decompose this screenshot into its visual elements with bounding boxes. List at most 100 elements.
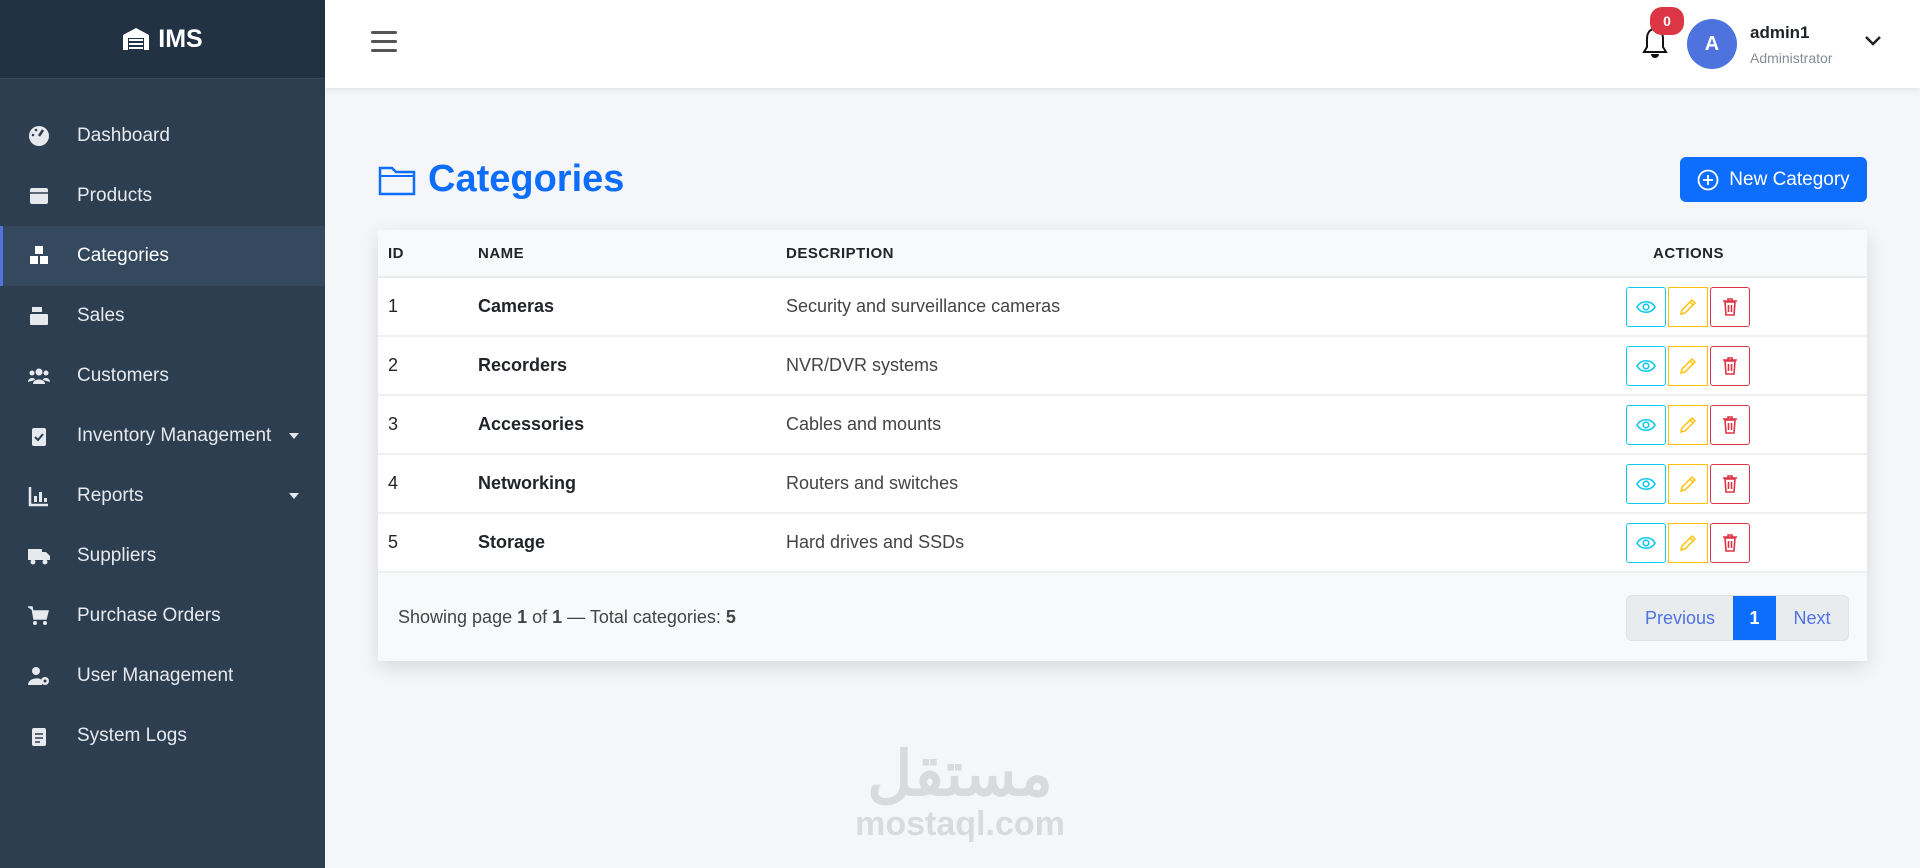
pencil-icon: [1679, 534, 1697, 551]
view-button[interactable]: [1626, 522, 1666, 563]
box-icon: [27, 184, 51, 208]
trash-icon: [1723, 533, 1737, 552]
truck-icon: [27, 544, 51, 568]
sidebar-item-label: System Logs: [77, 725, 187, 746]
watermark: مستقل mostaql.com: [845, 740, 1075, 844]
categories-table: ID NAME DESCRIPTION ACTIONS 1 Cameras Se…: [378, 230, 1867, 661]
view-button[interactable]: [1626, 345, 1666, 386]
cell-id: 4: [388, 473, 399, 493]
column-id: ID: [388, 244, 404, 262]
pencil-icon: [1679, 475, 1697, 492]
sidebar-item-inventory-management[interactable]: Inventory Management: [0, 406, 325, 466]
cart-icon: [27, 604, 51, 628]
sidebar-item-categories[interactable]: Categories: [0, 226, 325, 286]
row-actions: [1626, 345, 1750, 386]
row-actions: [1626, 404, 1750, 445]
sidebar-item-label: User Management: [77, 665, 234, 686]
plus-circle-icon: [1697, 169, 1719, 190]
sidebar-item-products[interactable]: Products: [0, 166, 325, 226]
cell-description: Security and surveillance cameras: [786, 296, 1061, 316]
view-button[interactable]: [1626, 286, 1666, 327]
chart-icon: [27, 484, 51, 508]
new-category-label: New Category: [1729, 168, 1850, 190]
sidebar-item-label: Dashboard: [77, 125, 170, 146]
sidebar-item-label: Reports: [77, 485, 144, 506]
eye-icon: [1636, 300, 1656, 313]
sidebar: IMS Dashboard Products Categories Sales Cust…: [0, 0, 325, 868]
caret-down-icon[interactable]: [289, 433, 299, 439]
sidebar-nav: Dashboard Products Categories Sales Customer…: [0, 106, 325, 766]
sidebar-item-label: Inventory Management: [77, 425, 272, 446]
cell-name: Storage: [478, 532, 546, 552]
sidebar-item-customers[interactable]: Customers: [0, 346, 325, 406]
sidebar-item-sales[interactable]: Sales: [0, 286, 325, 346]
menu-toggle-icon[interactable]: [371, 31, 397, 58]
sidebar-item-purchase-orders[interactable]: Purchase Orders: [0, 586, 325, 646]
previous-button[interactable]: Previous: [1627, 596, 1733, 640]
sidebar-item-label: Suppliers: [77, 545, 157, 566]
eye-icon: [1636, 359, 1656, 372]
user-gear-icon: [27, 664, 51, 688]
chevron-down-icon[interactable]: [1863, 34, 1883, 48]
new-category-button[interactable]: New Category: [1680, 157, 1867, 202]
sidebar-item-reports[interactable]: Reports: [0, 466, 325, 526]
sidebar-item-suppliers[interactable]: Suppliers: [0, 526, 325, 586]
notification-badge: 0: [1650, 7, 1684, 35]
eye-icon: [1636, 477, 1656, 490]
edit-button[interactable]: [1668, 345, 1708, 386]
watermark-arabic: مستقل: [867, 740, 1053, 809]
row-actions: [1626, 522, 1750, 563]
sidebar-item-label: Customers: [77, 365, 169, 386]
sidebar-item-user-management[interactable]: User Management: [0, 646, 325, 706]
edit-button[interactable]: [1668, 463, 1708, 504]
cell-description: NVR/DVR systems: [786, 355, 939, 375]
table-row: 4 Networking Routers and switches: [378, 455, 1867, 514]
table-row: 1 Cameras Security and surveillance came…: [378, 278, 1867, 337]
folder-icon: [378, 166, 416, 195]
delete-button[interactable]: [1710, 463, 1750, 504]
edit-button[interactable]: [1668, 404, 1708, 445]
row-actions: [1626, 463, 1750, 504]
user-name: admin1: [1750, 23, 1810, 42]
clipboard-list-icon: [27, 724, 51, 748]
brand-name: IMS: [158, 24, 203, 53]
page-title: Categories: [378, 158, 624, 201]
edit-button[interactable]: [1668, 522, 1708, 563]
table-footer: Showing page 1 of 1 — Total categories: …: [378, 573, 1867, 661]
cell-id: 5: [388, 532, 399, 552]
delete-button[interactable]: [1710, 522, 1750, 563]
clipboard-check-icon: [27, 424, 51, 448]
column-name: NAME: [478, 244, 525, 262]
delete-button[interactable]: [1710, 345, 1750, 386]
topbar: 0 A admin1 Administrator: [325, 0, 1920, 88]
user-role: Administrator: [1750, 50, 1833, 66]
page-1-button[interactable]: 1: [1733, 596, 1776, 640]
edit-button[interactable]: [1668, 286, 1708, 327]
table-row: 5 Storage Hard drives and SSDs: [378, 514, 1867, 573]
pencil-icon: [1679, 298, 1697, 315]
sidebar-item-label: Purchase Orders: [77, 605, 221, 626]
table-row: 2 Recorders NVR/DVR systems: [378, 337, 1867, 396]
next-button[interactable]: Next: [1776, 596, 1848, 640]
row-actions: [1626, 286, 1750, 327]
brand-logo[interactable]: IMS: [0, 0, 325, 79]
view-button[interactable]: [1626, 404, 1666, 445]
pencil-icon: [1679, 416, 1697, 433]
delete-button[interactable]: [1710, 286, 1750, 327]
sidebar-item-system-logs[interactable]: System Logs: [0, 706, 325, 766]
view-button[interactable]: [1626, 463, 1666, 504]
delete-button[interactable]: [1710, 404, 1750, 445]
sidebar-item-label: Sales: [77, 305, 125, 326]
avatar[interactable]: A: [1687, 19, 1737, 69]
table-header: ID NAME DESCRIPTION ACTIONS: [378, 230, 1867, 278]
cell-description: Hard drives and SSDs: [786, 532, 965, 552]
caret-down-icon[interactable]: [289, 493, 299, 499]
sidebar-item-dashboard[interactable]: Dashboard: [0, 106, 325, 166]
cell-id: 3: [388, 414, 399, 434]
trash-icon: [1723, 297, 1737, 316]
watermark-latin: mostaql.com: [855, 805, 1065, 843]
table-row: 3 Accessories Cables and mounts: [378, 396, 1867, 455]
eye-icon: [1636, 418, 1656, 431]
cubes-icon: [27, 244, 51, 268]
users-icon: [27, 364, 51, 388]
